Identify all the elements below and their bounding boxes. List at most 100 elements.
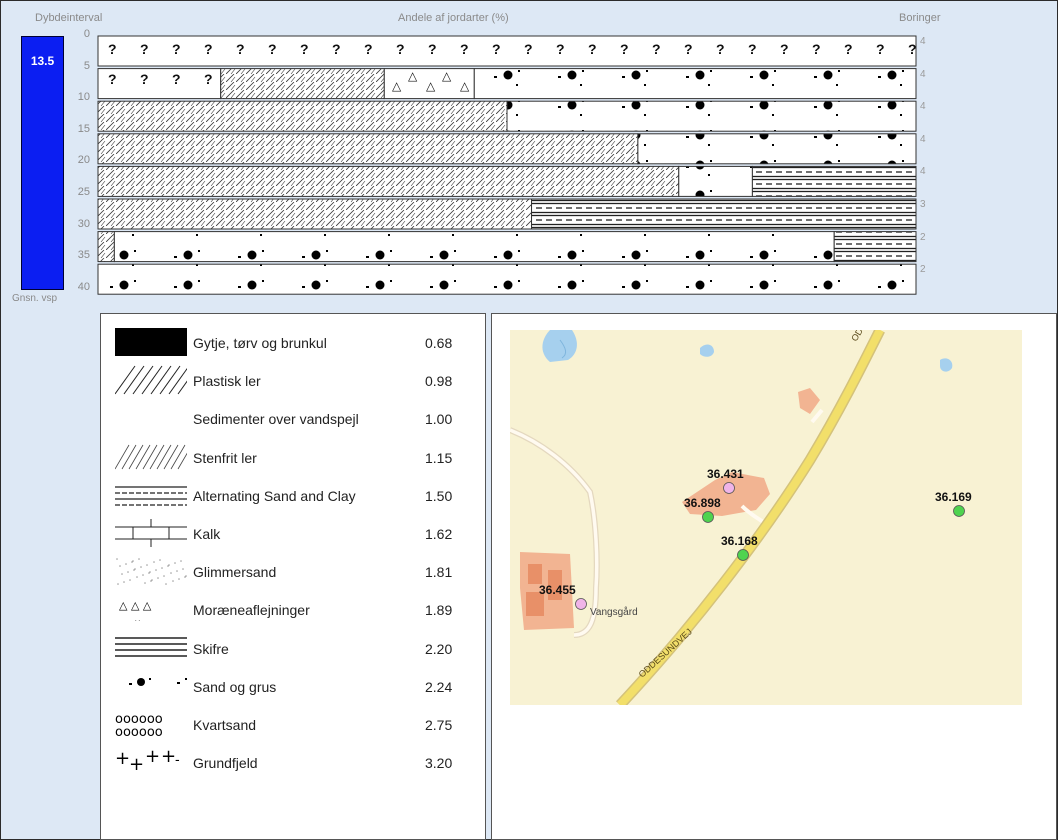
profile-segment-moraine (383, 68, 475, 100)
legend-value: 1.50 (425, 487, 453, 504)
profile-segment-unknown (97, 35, 917, 67)
legend-label: Plastisk ler (193, 373, 261, 390)
legend-value: 3.20 (425, 755, 453, 772)
boreholes-heading: Boringer (899, 12, 941, 24)
legend-value: 1.00 (425, 411, 453, 428)
depth-tick: 25 (77, 186, 90, 198)
legend-row: Alternating Sand and Clay 1.50 (115, 479, 475, 511)
profile-segment-plastic (97, 198, 533, 230)
profile-row (97, 68, 917, 100)
legend-label: Moræneaflejninger (193, 602, 310, 619)
depth-tick: 0 (83, 28, 90, 40)
legend-label: Kvartsand (193, 717, 257, 733)
legend-row: Sedimenter over vandspejl 1.00 (115, 402, 475, 434)
map-point-label: 36.455 (539, 583, 576, 597)
map-panel: ODD ODDESUNDVEJ 36.431 36.898 36.168 36.169… (491, 313, 1057, 840)
legend-row: + + + + - Grundfjeld 3.20 (115, 746, 475, 778)
place-label: Vangsgård (590, 606, 638, 618)
legend-value: 1.89 (425, 602, 453, 619)
profile-segment-plastic (97, 231, 115, 263)
depth-bar-fill (21, 36, 64, 290)
borehole-count: 4 (920, 133, 926, 145)
moraine-swatch-icon: △ △ △ . . (119, 599, 152, 623)
profile-segment-plastic (97, 165, 680, 197)
soil-profile: ? △ △ (97, 35, 917, 295)
legend-row: Plastisk ler 0.98 (115, 364, 475, 396)
legend-value: 1.81 (425, 564, 453, 581)
map-point-label: 36.431 (707, 467, 744, 481)
profile-segment-sand (97, 263, 917, 295)
legend-row: Stenfrit ler 1.15 (115, 441, 475, 473)
legend-label: Stenfrit ler (193, 449, 257, 466)
profile-row (97, 35, 917, 67)
map-view[interactable]: ODD ODDESUNDVEJ 36.43136.89836.16836.169… (510, 330, 1022, 705)
shares-heading: Andele af jordarter (%) (398, 12, 509, 24)
legend-value: 0.68 (425, 335, 453, 351)
legend-value: 2.24 (425, 678, 453, 695)
legend-value: 1.62 (425, 526, 453, 542)
borehole-count: 4 (920, 101, 926, 113)
legend-value: 0.98 (425, 373, 453, 390)
svg-text:-: - (175, 751, 180, 767)
depth-tick: 5 (83, 59, 90, 72)
chalk-swatch-icon (115, 519, 187, 547)
legend-row: Skifre 2.20 (115, 632, 475, 664)
legend-panel: Gytje, tørv og brunkul 0.68 Plastisk ler 0.… (100, 313, 486, 840)
stonefree-clay-swatch-icon (115, 444, 187, 469)
borehole-count: 4 (920, 166, 926, 178)
quartz-sand-swatch-icon: oooooooooooo (115, 712, 163, 740)
profile-rows (97, 35, 917, 295)
map-point-marker[interactable] (737, 549, 749, 561)
depth-value: 13.5 (30, 54, 55, 68)
profile-segment-alt (751, 165, 917, 197)
legend-label: Kalk (193, 526, 221, 542)
profile-row (97, 263, 917, 295)
profile-segment-alt (531, 198, 917, 230)
profile-segment-sand (113, 231, 835, 263)
legend-value: 2.75 (425, 717, 453, 733)
legend-label: Skifre (193, 640, 229, 657)
map-point-marker[interactable] (723, 482, 735, 494)
map-point-marker[interactable] (702, 511, 714, 523)
bedrock-swatch-icon: ++ + +- (115, 746, 180, 775)
profile-row (97, 165, 917, 197)
svg-text:△ △ △: △ △ △ (119, 599, 152, 612)
profile-segment-unknown (97, 68, 222, 100)
legend-row: Sand og grus 2.24 (115, 670, 475, 702)
shale-swatch-icon (115, 636, 187, 657)
depth-bar-caption: Gnsn. vsp (12, 293, 58, 304)
legend-label: Sedimenter over vandspejl (193, 411, 359, 428)
legend-row: oooooo oooooo Kvartsand 2.75 (115, 708, 475, 740)
legend-row: Glimmersand 1.81 (115, 555, 475, 587)
svg-text:oooooo: oooooo (115, 725, 163, 740)
svg-text:+: + (129, 754, 144, 775)
borehole-count: 2 (920, 264, 926, 276)
profile-segment-plastic (220, 68, 385, 100)
profile-segment-sand (678, 165, 753, 197)
profile-row (97, 133, 917, 165)
sediment-swatch-icon (115, 402, 187, 434)
legend-row: Gytje, tørv og brunkul 0.68 (115, 326, 475, 358)
legend-row: △ △ △ . . Moræneaflejninger 1.89 (115, 593, 475, 625)
svg-text:+: + (145, 746, 160, 767)
legend-label: Grundfjeld (193, 755, 258, 772)
borehole-count: 4 (920, 68, 926, 80)
map-point-marker[interactable] (953, 505, 965, 517)
borehole-count: 3 (920, 199, 926, 210)
depth-tick: 15 (77, 122, 90, 135)
map-point-marker[interactable] (575, 598, 587, 610)
legend-value: 2.20 (425, 640, 453, 657)
profile-row (97, 100, 917, 132)
svg-text:+: + (115, 748, 130, 769)
depth-bar: 13.5 (21, 36, 64, 290)
sand-gravel-swatch-icon (129, 677, 187, 686)
depth-tick: 30 (77, 217, 90, 230)
plastic-clay-swatch-icon (115, 365, 187, 395)
alternating-swatch-icon (115, 486, 187, 506)
profile-segment-plastic (97, 133, 639, 165)
borehole-count: 4 (920, 36, 926, 47)
legend-row: Kalk 1.62 (115, 517, 475, 549)
profile-segment-sand (637, 133, 917, 165)
depth-tick: 35 (77, 249, 90, 262)
legend-value: 1.15 (425, 449, 453, 466)
